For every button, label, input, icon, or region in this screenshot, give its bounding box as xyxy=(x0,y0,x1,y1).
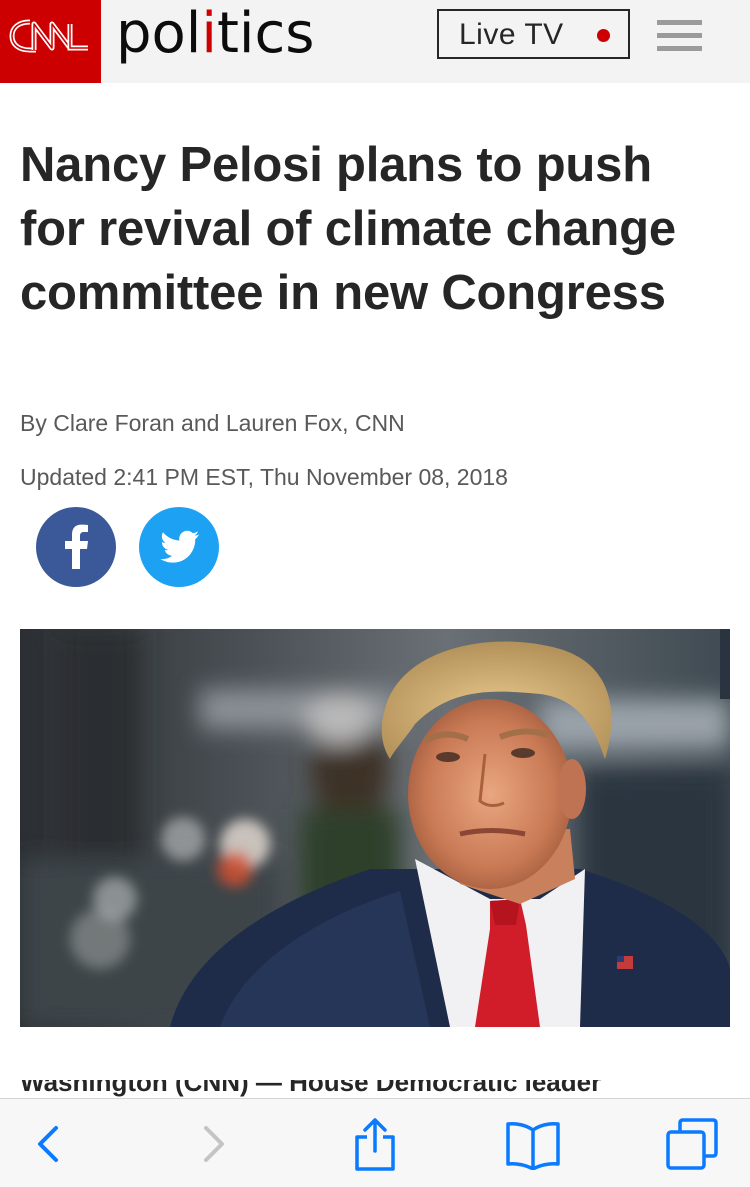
article-timestamp: Updated 2:41 PM EST, Thu November 08, 20… xyxy=(20,464,508,490)
share-button[interactable] xyxy=(343,1099,407,1187)
facebook-share-button[interactable] xyxy=(36,507,116,587)
article-photo[interactable] xyxy=(20,629,730,1027)
site-header: politics Live TV xyxy=(0,0,750,83)
browser-toolbar xyxy=(0,1098,750,1187)
tabs-icon xyxy=(666,1118,718,1170)
live-tv-label: Live TV xyxy=(459,18,564,51)
section-title-suffix: tics xyxy=(216,1,315,66)
facebook-icon xyxy=(65,524,88,569)
article-byline: By Clare Foran and Lauren Fox, CNN xyxy=(20,410,405,436)
live-indicator-dot xyxy=(597,29,610,42)
forward-chevron-icon xyxy=(204,1126,224,1162)
article-body-text: Washington (CNN) — House Democratic lead… xyxy=(20,1080,602,1097)
share-icon xyxy=(355,1118,395,1171)
twitter-icon xyxy=(160,530,199,563)
bookmarks-button[interactable] xyxy=(500,1099,566,1187)
twitter-share-button[interactable] xyxy=(139,507,219,587)
cnn-logo[interactable] xyxy=(0,0,101,83)
back-button[interactable] xyxy=(20,1099,80,1187)
section-title[interactable]: politics xyxy=(116,2,314,66)
live-tv-button[interactable]: Live TV xyxy=(437,9,630,59)
section-title-prefix: pol xyxy=(116,1,202,66)
back-chevron-icon xyxy=(38,1126,58,1162)
hamburger-menu-icon[interactable] xyxy=(657,20,702,52)
forward-button[interactable] xyxy=(180,1099,240,1187)
bookmarks-icon xyxy=(506,1122,560,1170)
article-headline: Nancy Pelosi plans to push for revival o… xyxy=(20,138,676,320)
cnn-logo-mark xyxy=(9,19,88,53)
tabs-button[interactable] xyxy=(660,1099,726,1187)
lead-image xyxy=(20,629,730,1027)
section-title-accent: i xyxy=(201,1,217,66)
